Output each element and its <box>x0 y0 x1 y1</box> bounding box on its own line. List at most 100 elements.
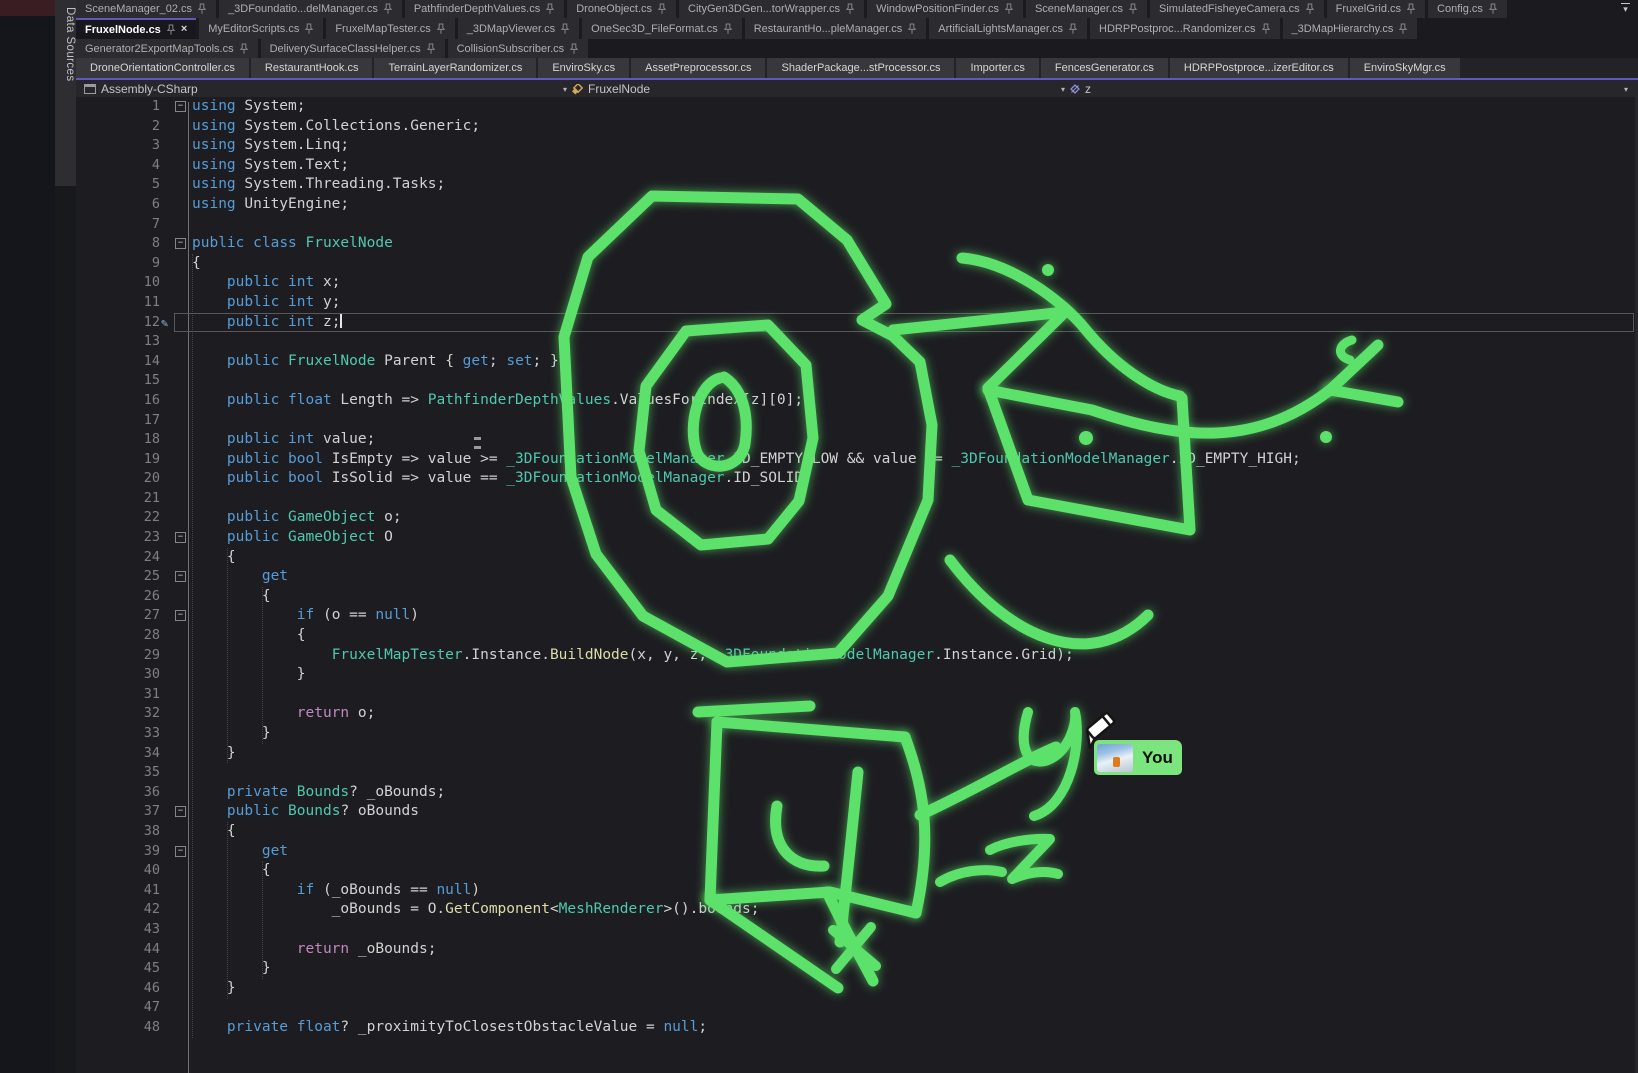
document-tab[interactable]: HDRPPostproce...izerEditor.cs <box>1170 58 1348 78</box>
fold-toggle-icon[interactable]: − <box>175 532 186 543</box>
fold-toggle-icon[interactable]: − <box>175 238 186 249</box>
tab-overflow-dropdown-icon[interactable]: ▾ <box>1621 3 1630 14</box>
pin-icon[interactable] <box>907 23 917 35</box>
code-line[interactable]: 48 − ✎ private float? _proximityToCloses… <box>76 1018 1638 1038</box>
code-line[interactable]: 21 − ✎ <box>76 489 1638 509</box>
pin-icon[interactable] <box>657 3 667 15</box>
code-line[interactable]: 39 − ✎ get <box>76 842 1638 862</box>
code-line[interactable]: 11 − ✎ public int y; <box>76 293 1638 313</box>
pin-icon[interactable] <box>304 23 314 35</box>
code-line[interactable]: 19 − ✎ public bool IsEmpty => value >= _… <box>76 450 1638 470</box>
code-line[interactable]: 24 − ✎ { <box>76 548 1638 568</box>
member-dropdown-chevron[interactable]: ▾ <box>1624 80 1628 98</box>
code-line[interactable]: 10 − ✎ public int x; <box>76 273 1638 293</box>
code-line[interactable]: 30 − ✎ } <box>76 665 1638 685</box>
code-line[interactable]: 16 − ✎ public float Length => Pathfinder… <box>76 391 1638 411</box>
pin-icon[interactable] <box>1261 23 1271 35</box>
code-line[interactable]: 45 − ✎ } <box>76 959 1638 979</box>
code-line[interactable]: 8 − ✎ public class FruxelNode <box>76 234 1638 254</box>
pin-icon[interactable] <box>197 3 207 15</box>
code-line[interactable]: 15 − ✎ <box>76 371 1638 391</box>
code-line[interactable]: 46 − ✎ } <box>76 979 1638 999</box>
pin-icon[interactable] <box>1398 23 1408 35</box>
document-tab[interactable]: Generator2ExportMapTools.cs <box>76 39 258 58</box>
code-line[interactable]: 18 − ✎ public int value; <box>76 430 1638 450</box>
document-tab[interactable]: WindowPositionFinder.cs <box>867 0 1023 18</box>
pin-icon[interactable] <box>1068 23 1078 35</box>
fold-toggle-icon[interactable]: − <box>175 571 186 582</box>
document-tab[interactable]: FruxelMapTester.cs <box>326 18 454 39</box>
code-line[interactable]: 44 − ✎ return _oBounds; <box>76 940 1638 960</box>
pin-icon[interactable] <box>545 3 555 15</box>
data-sources-tool-tab[interactable]: Data Sources <box>55 0 76 186</box>
pin-icon[interactable] <box>1406 3 1416 15</box>
document-tab[interactable]: FruxelGrid.cs <box>1327 0 1425 18</box>
code-line[interactable]: 22 − ✎ public GameObject o; <box>76 508 1638 528</box>
document-tab[interactable]: FencesGenerator.cs <box>1041 58 1168 78</box>
code-line[interactable]: 27 − ✎ if (o == null) <box>76 606 1638 626</box>
code-line[interactable]: 32 − ✎ return o; <box>76 704 1638 724</box>
fold-toggle-icon[interactable]: − <box>175 610 186 621</box>
pin-icon[interactable] <box>1305 3 1315 15</box>
pin-icon[interactable] <box>560 23 570 35</box>
code-line[interactable]: 12 − ✎ public int z; <box>76 313 1638 333</box>
document-tab[interactable]: _3DMapHierarchy.cs <box>1283 18 1418 39</box>
pin-icon[interactable] <box>436 23 446 35</box>
pin-icon[interactable] <box>569 43 579 55</box>
close-icon[interactable]: × <box>181 24 187 35</box>
pin-icon[interactable] <box>1128 3 1138 15</box>
code-line[interactable]: 28 − ✎ { <box>76 626 1638 646</box>
code-line[interactable]: 29 − ✎ FruxelMapTester.Instance.BuildNod… <box>76 646 1638 666</box>
fold-toggle-icon[interactable]: − <box>175 806 186 817</box>
document-tab[interactable]: DeliverySurfaceClassHelper.cs <box>261 39 445 58</box>
document-tab[interactable]: DroneOrientationController.cs <box>76 58 249 78</box>
code-line[interactable]: 38 − ✎ { <box>76 822 1638 842</box>
code-line[interactable]: 3 − ✎ using System.Linq; <box>76 136 1638 156</box>
document-tab[interactable]: RestaurantHo...pleManager.cs <box>745 18 927 39</box>
pin-icon[interactable] <box>1004 3 1014 15</box>
code-line[interactable]: 17 − ✎ <box>76 411 1638 431</box>
document-tab[interactable]: EnviroSky.cs <box>538 58 629 78</box>
document-tab[interactable]: RestaurantHook.cs <box>251 58 373 78</box>
code-line[interactable]: 14 − ✎ public FruxelNode Parent { get; s… <box>76 352 1638 372</box>
code-line[interactable]: 31 − ✎ <box>76 685 1638 705</box>
document-tab[interactable]: FruxelNode.cs × <box>76 18 196 39</box>
document-tab[interactable]: SceneManager_02.cs <box>76 0 216 18</box>
code-line[interactable]: 6 − ✎ using UnityEngine; <box>76 195 1638 215</box>
project-dropdown[interactable]: Assembly-CSharp <box>84 80 198 98</box>
code-line[interactable]: 33 − ✎ } <box>76 724 1638 744</box>
code-line[interactable]: 7 − ✎ <box>76 215 1638 235</box>
code-line[interactable]: 36 − ✎ private Bounds? _oBounds; <box>76 783 1638 803</box>
document-tab[interactable]: HDRPPostproc...Randomizer.cs <box>1090 18 1280 39</box>
code-line[interactable]: 35 − ✎ <box>76 763 1638 783</box>
document-tab[interactable]: MyEditorScripts.cs <box>199 18 323 39</box>
pin-icon[interactable] <box>166 24 176 36</box>
document-tab[interactable]: CityGen3DGen...torWrapper.cs <box>679 0 864 18</box>
document-tab[interactable]: SceneManager.cs <box>1026 0 1147 18</box>
fold-toggle-icon[interactable]: − <box>175 846 186 857</box>
document-tab[interactable]: TerrainLayerRandomizer.cs <box>374 58 536 78</box>
document-tab[interactable]: _3DMapViewer.cs <box>458 18 579 39</box>
document-tab[interactable]: CollisionSubscriber.cs <box>448 39 589 58</box>
code-line[interactable]: 9 − ✎ { <box>76 254 1638 274</box>
pin-icon[interactable] <box>723 23 733 35</box>
document-tab[interactable]: EnviroSkyMgr.cs <box>1350 58 1460 78</box>
fold-toggle-icon[interactable]: − <box>175 101 186 112</box>
code-line[interactable]: 23 − ✎ public GameObject O <box>76 528 1638 548</box>
code-line[interactable]: 42 − ✎ _oBounds = O.GetComponent<MeshRen… <box>76 900 1638 920</box>
member-dropdown[interactable]: ▾ z <box>1061 80 1091 98</box>
code-line[interactable]: 5 − ✎ using System.Threading.Tasks; <box>76 175 1638 195</box>
code-line[interactable]: 43 − ✎ <box>76 920 1638 940</box>
pin-icon[interactable] <box>383 3 393 15</box>
code-line[interactable]: 41 − ✎ if (_oBounds == null) <box>76 881 1638 901</box>
code-line[interactable]: 26 − ✎ { <box>76 587 1638 607</box>
code-line[interactable]: 40 − ✎ { <box>76 861 1638 881</box>
document-tab[interactable]: OneSec3D_FileFormat.cs <box>582 18 742 39</box>
document-tab[interactable]: SimulatedFisheyeCamera.cs <box>1150 0 1324 18</box>
code-line[interactable]: 20 − ✎ public bool IsSolid => value == _… <box>76 469 1638 489</box>
pin-icon[interactable] <box>239 43 249 55</box>
code-line[interactable]: 34 − ✎ } <box>76 744 1638 764</box>
code-editor[interactable]: 1 − ✎ using System; 2 − ✎ using System.C… <box>76 97 1638 1073</box>
pin-icon[interactable] <box>426 43 436 55</box>
code-line[interactable]: 2 − ✎ using System.Collections.Generic; <box>76 117 1638 137</box>
